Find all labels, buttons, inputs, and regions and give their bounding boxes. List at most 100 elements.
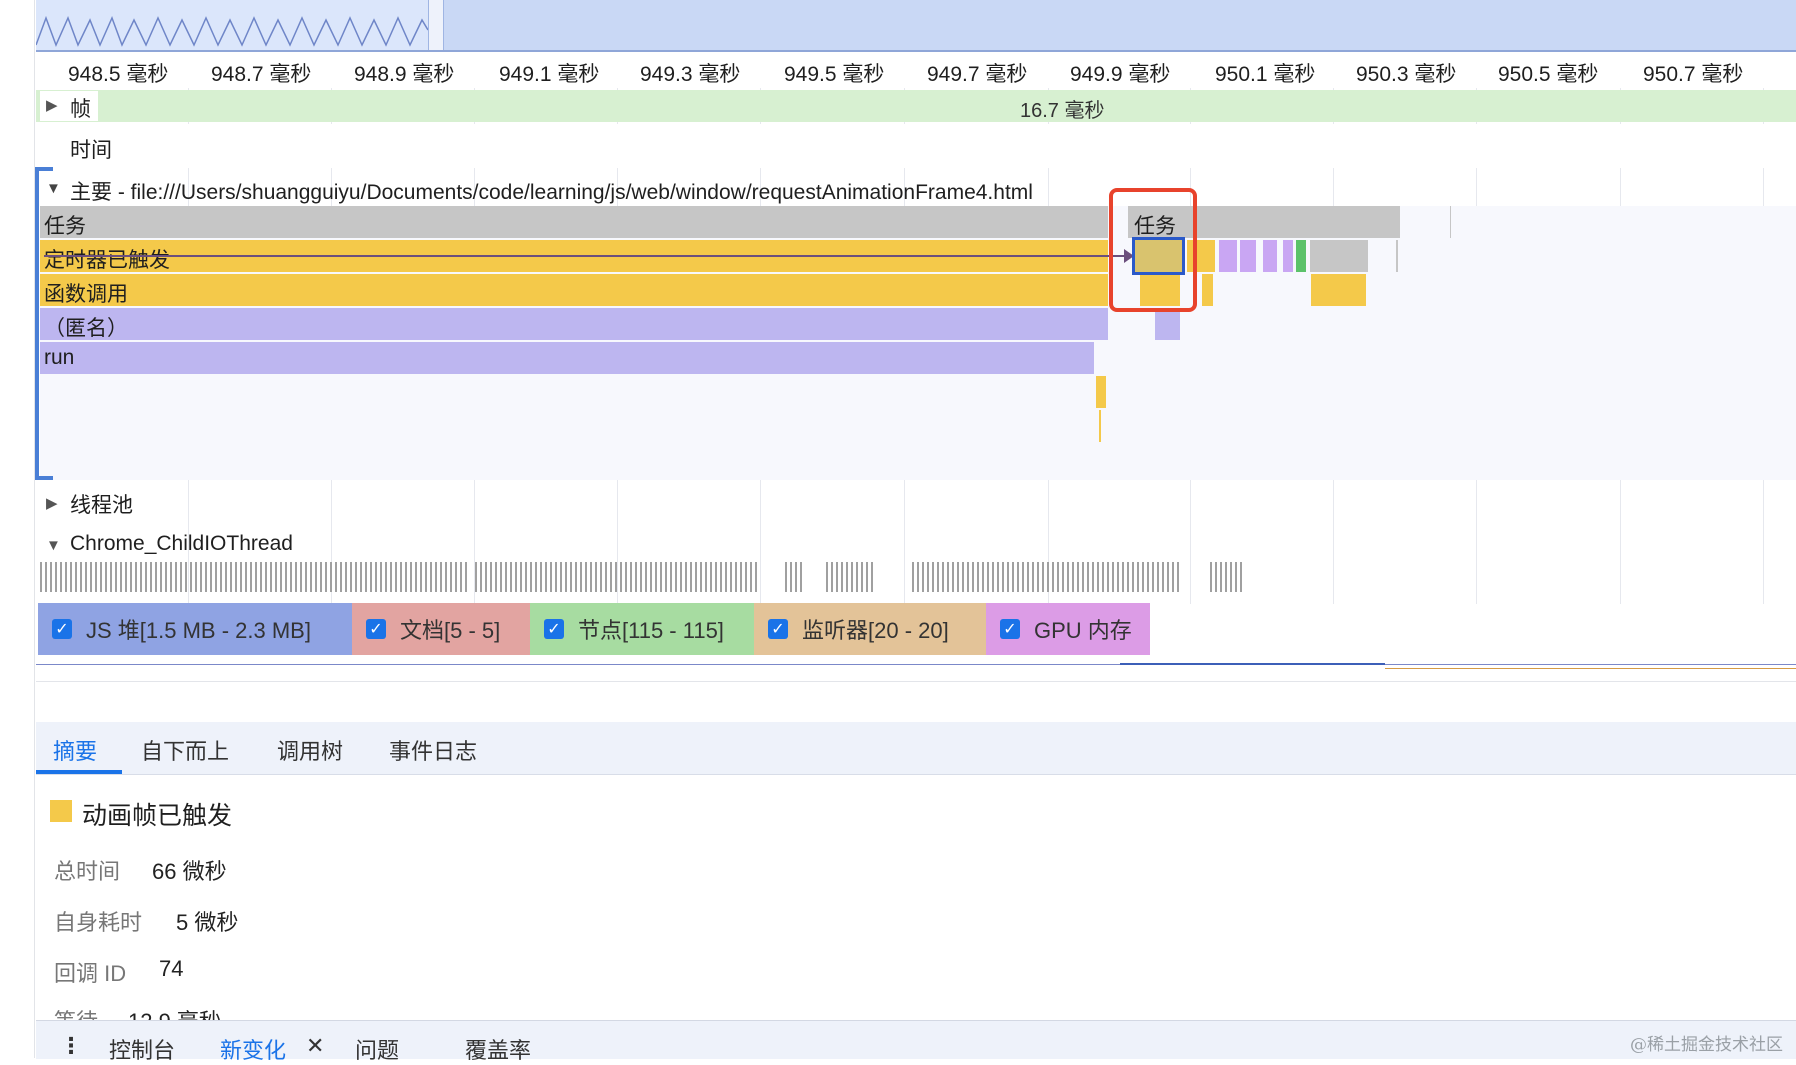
memory-graph-line bbox=[36, 664, 1796, 665]
nodes-toggle[interactable]: ✓ 节点[115 - 115] bbox=[530, 603, 754, 655]
close-icon[interactable]: ✕ bbox=[306, 1033, 324, 1059]
category-color-swatch bbox=[50, 800, 72, 822]
frame-duration[interactable]: 16.7 毫秒 bbox=[1020, 94, 1104, 123]
cpu-sawtooth-graph bbox=[36, 15, 428, 47]
ruler-tick: 949.3 毫秒 bbox=[640, 63, 741, 86]
js-frame-bar[interactable] bbox=[1155, 308, 1180, 340]
collapse-arrow-icon[interactable]: ▼ bbox=[46, 180, 61, 197]
ruler-tick: 950.3 毫秒 bbox=[1356, 63, 1457, 86]
drawer-tab-bar bbox=[36, 1020, 1796, 1059]
memory-graph-line bbox=[1120, 663, 1385, 665]
ruler-tick: 950.7 毫秒 bbox=[1643, 63, 1744, 86]
io-thread-track-label[interactable]: Chrome_ChildIOThread bbox=[70, 532, 293, 556]
total-time-value: 66 微秒 bbox=[152, 859, 227, 884]
gutter-divider bbox=[34, 0, 35, 1058]
io-thread-activity[interactable] bbox=[912, 562, 1182, 592]
memory-graph[interactable] bbox=[36, 657, 1796, 682]
ruler-tick: 948.7 毫秒 bbox=[211, 63, 312, 86]
task-bar[interactable] bbox=[1450, 206, 1451, 238]
ruler-tick: 950.5 毫秒 bbox=[1498, 63, 1599, 86]
nested-call-bar[interactable] bbox=[1099, 410, 1101, 442]
callback-id-value: 74 bbox=[159, 956, 184, 981]
ruler-tick: 949.9 毫秒 bbox=[1070, 63, 1171, 86]
main-track-bracket-bottom bbox=[35, 476, 53, 480]
run-function-bar[interactable]: run bbox=[40, 342, 1094, 374]
ruler-tick: 950.1 毫秒 bbox=[1215, 63, 1316, 86]
task-bar[interactable]: 任务 bbox=[40, 206, 1108, 238]
function-call-bar[interactable] bbox=[1202, 274, 1213, 306]
checkbox-checked-icon[interactable]: ✓ bbox=[52, 619, 72, 639]
main-track-bracket bbox=[35, 167, 39, 480]
event-bar[interactable] bbox=[1240, 240, 1256, 272]
overview-drag-handle[interactable] bbox=[428, 0, 444, 52]
event-bar[interactable] bbox=[1263, 240, 1277, 272]
listeners-label: 监听器[20 - 20] bbox=[802, 618, 949, 643]
event-bar[interactable] bbox=[1396, 240, 1398, 272]
io-thread-activity[interactable] bbox=[826, 562, 876, 592]
timer-fired-label: 定时器已触发 bbox=[44, 249, 170, 272]
threadpool-track-label[interactable]: 线程池 bbox=[70, 489, 133, 519]
self-time-label: 自身耗时 bbox=[54, 910, 143, 935]
drawer-tab-coverage[interactable]: 覆盖率 bbox=[465, 1033, 531, 1065]
event-title: 动画帧已触发 bbox=[82, 802, 233, 830]
main-track-bracket-top bbox=[35, 167, 53, 171]
run-label: run bbox=[44, 346, 75, 369]
checkbox-checked-icon[interactable]: ✓ bbox=[544, 619, 564, 639]
ruler-tick: 949.7 毫秒 bbox=[927, 63, 1028, 86]
initiator-arrow-line bbox=[44, 255, 1130, 257]
drawer-tab-console[interactable]: 控制台 bbox=[109, 1033, 175, 1065]
documents-label: 文档[5 - 5] bbox=[400, 618, 501, 643]
timings-track[interactable] bbox=[36, 124, 1796, 168]
timings-track-label[interactable]: 时间 bbox=[70, 134, 112, 164]
frames-track[interactable] bbox=[36, 90, 1796, 122]
frames-track-label[interactable]: 帧 bbox=[70, 93, 91, 123]
event-bar[interactable] bbox=[1219, 240, 1237, 272]
event-bar[interactable] bbox=[1283, 240, 1293, 272]
overview-selection[interactable] bbox=[36, 0, 430, 52]
listeners-toggle[interactable]: ✓ 监听器[20 - 20] bbox=[754, 603, 986, 655]
io-thread-activity[interactable] bbox=[40, 562, 470, 592]
left-gutter bbox=[0, 0, 34, 1058]
watermark: @稀土掘金技术社区 bbox=[1630, 1035, 1783, 1055]
tab-summary[interactable]: 摘要 bbox=[53, 734, 97, 766]
expand-arrow-icon[interactable]: ▶ bbox=[46, 96, 58, 114]
function-call-label: 函数调用 bbox=[44, 283, 128, 306]
io-thread-activity[interactable] bbox=[475, 562, 760, 592]
expand-arrow-icon[interactable]: ▶ bbox=[46, 494, 58, 512]
drawer-menu-icon[interactable]: ⋮ bbox=[60, 1033, 82, 1059]
total-time-label: 总时间 bbox=[54, 859, 121, 884]
nested-call-bar[interactable] bbox=[1096, 376, 1106, 408]
io-thread-activity[interactable] bbox=[785, 562, 805, 592]
collapse-arrow-icon[interactable]: ▼ bbox=[46, 537, 61, 554]
gpu-memory-label: GPU 内存 bbox=[1034, 618, 1132, 643]
drawer-tab-issues[interactable]: 问题 bbox=[355, 1033, 399, 1065]
task-bar-label: 任务 bbox=[44, 215, 86, 238]
ruler-tick: 949.1 毫秒 bbox=[499, 63, 600, 86]
ruler-tick: 949.5 毫秒 bbox=[784, 63, 885, 86]
highlight-annotation-box bbox=[1109, 188, 1197, 312]
drawer-tab-whats-new[interactable]: 新变化 bbox=[220, 1033, 286, 1065]
io-thread-activity[interactable] bbox=[1210, 562, 1244, 592]
js-heap-label: JS 堆[1.5 MB - 2.3 MB] bbox=[86, 618, 311, 643]
main-thread-title[interactable]: 主要 - file:///Users/shuangguiyu/Documents… bbox=[70, 176, 1033, 206]
paint-bar[interactable] bbox=[1296, 240, 1306, 272]
tab-event-log[interactable]: 事件日志 bbox=[389, 734, 477, 766]
callback-id-label: 回调 ID bbox=[54, 961, 127, 986]
gpu-memory-toggle[interactable]: ✓ GPU 内存 bbox=[986, 603, 1150, 655]
tab-bottom-up[interactable]: 自下而上 bbox=[141, 734, 229, 766]
checkbox-checked-icon[interactable]: ✓ bbox=[366, 619, 386, 639]
anonymous-label: （匿名） bbox=[44, 317, 128, 340]
active-tab-indicator bbox=[36, 770, 122, 774]
function-call-bar[interactable]: 函数调用 bbox=[40, 274, 1108, 306]
documents-toggle[interactable]: ✓ 文档[5 - 5] bbox=[352, 603, 530, 655]
tab-call-tree[interactable]: 调用树 bbox=[277, 734, 343, 766]
function-call-bar[interactable] bbox=[1311, 274, 1366, 306]
js-heap-toggle[interactable]: ✓ JS 堆[1.5 MB - 2.3 MB] bbox=[38, 603, 352, 655]
checkbox-checked-icon[interactable]: ✓ bbox=[1000, 619, 1020, 639]
checkbox-checked-icon[interactable]: ✓ bbox=[768, 619, 788, 639]
anonymous-function-bar[interactable]: （匿名） bbox=[40, 308, 1108, 340]
nodes-label: 节点[115 - 115] bbox=[578, 618, 724, 643]
self-time-value: 5 微秒 bbox=[176, 910, 239, 935]
memory-graph-line bbox=[1385, 668, 1796, 669]
event-bar[interactable] bbox=[1310, 240, 1368, 272]
